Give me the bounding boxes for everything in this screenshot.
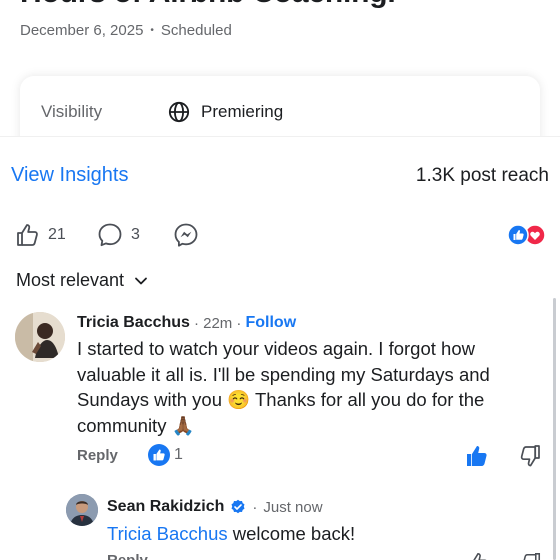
reply-reply-button[interactable]: Reply [107, 552, 148, 560]
thumbs-up-icon[interactable] [467, 552, 489, 560]
globe-icon [168, 101, 190, 123]
comment-line: I started to watch your videos again. I … [77, 338, 475, 359]
comment-line: community 🙏🏾 [77, 414, 195, 436]
visibility-value: Premiering [201, 102, 284, 121]
thumbs-down-icon[interactable] [520, 552, 542, 560]
reply-author-row: Sean Rakidzich · Just now [107, 498, 323, 516]
reply-time-sep: · [252, 498, 258, 516]
comment-text: I started to watch your videos again. I … [77, 336, 537, 438]
meta-separator: • [150, 25, 154, 36]
reply-author[interactable]: Sean Rakidzich [107, 498, 224, 516]
comment-author-row: Tricia Bacchus · 22m · Follow [77, 314, 296, 332]
comment-time-sep: · [193, 314, 204, 332]
avatar[interactable] [15, 312, 65, 362]
comment-meta-sep: · [236, 314, 246, 332]
comment-count: 3 [131, 226, 140, 243]
comment-like-count: 1 [174, 446, 183, 463]
visibility-label: Visibility [41, 102, 103, 121]
post-title: Hours of Airbnb Coaching. [20, 0, 396, 10]
comment-line: valuable it all is. I'll be spending my … [77, 363, 490, 385]
thumbs-up-icon[interactable] [15, 222, 41, 248]
post-status: Scheduled [160, 22, 232, 39]
follow-button[interactable]: Follow [245, 314, 296, 332]
comment-line: Sundays with you ☺️ Thanks for all you d… [77, 389, 485, 410]
comment-time: 22m [203, 314, 233, 332]
reply-body: welcome back! [232, 523, 356, 544]
post-date: December 6, 2025 [20, 22, 144, 39]
chevron-down-icon [135, 277, 147, 284]
sort-label: Most relevant [16, 270, 125, 290]
post-reach: 1.3K post reach [415, 165, 549, 186]
comment-author[interactable]: Tricia Bacchus [77, 314, 190, 332]
comment-bubble-icon[interactable] [97, 222, 123, 248]
reply-mention[interactable]: Tricia Bacchus [107, 523, 228, 544]
like-badge-icon [148, 444, 170, 466]
avatar[interactable] [66, 494, 98, 526]
thumbs-up-icon[interactable] [465, 444, 489, 468]
comments-sort-dropdown[interactable]: Most relevant [16, 270, 148, 291]
reaction-summary[interactable] [506, 224, 546, 246]
like-count: 21 [48, 226, 66, 243]
post-meta: December 6, 2025 • Scheduled [20, 22, 232, 39]
thumbs-down-icon[interactable] [519, 444, 541, 468]
scrollbar[interactable] [553, 298, 556, 560]
messenger-icon[interactable] [173, 222, 199, 248]
view-insights-link[interactable]: View Insights [11, 164, 128, 187]
reply-time: Just now [263, 498, 323, 516]
reply-text: Tricia Bacchus welcome back! [107, 523, 355, 545]
reply-button[interactable]: Reply [77, 447, 118, 464]
verified-badge-icon [231, 499, 245, 514]
